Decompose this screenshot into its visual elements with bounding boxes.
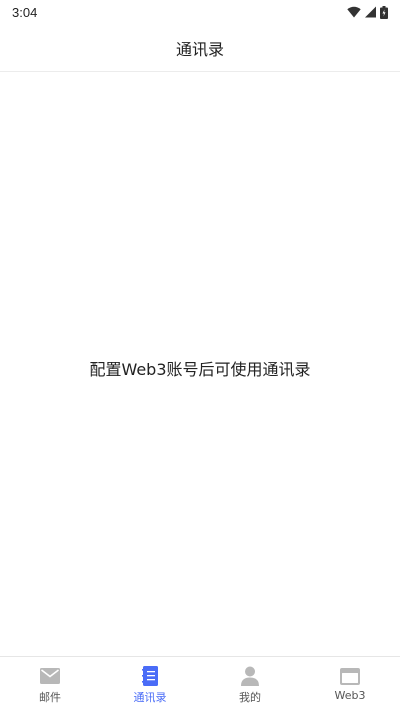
address-book-icon — [139, 666, 161, 686]
wifi-icon — [347, 6, 361, 18]
nav-item-web3[interactable]: Web3 — [300, 657, 400, 710]
main-content: 配置Web3账号后可使用通讯录 — [0, 72, 400, 656]
nav-item-me[interactable]: 我的 — [200, 657, 300, 710]
screen: 3:04 通讯录 配置Web3账号后可使用通讯录 邮件 通讯录 我的 Web3 — [0, 0, 400, 710]
nav-label-contacts: 通讯录 — [133, 691, 167, 704]
app-header: 通讯录 — [0, 24, 400, 72]
mail-icon — [39, 666, 61, 686]
battery-icon — [380, 5, 388, 19]
status-icons — [347, 5, 388, 19]
status-time: 3:04 — [12, 4, 38, 20]
page-title: 通讯录 — [175, 39, 224, 59]
empty-state-message: 配置Web3账号后可使用通讯录 — [89, 360, 311, 379]
status-bar: 3:04 — [0, 0, 400, 24]
nav-label-me: 我的 — [239, 691, 261, 704]
nav-label-web3: Web3 — [334, 689, 366, 702]
person-icon — [239, 666, 261, 686]
nav-label-mail: 邮件 — [39, 691, 61, 704]
nav-item-contacts[interactable]: 通讯录 — [100, 657, 200, 710]
cellular-signal-icon — [365, 6, 376, 18]
nav-item-mail[interactable]: 邮件 — [0, 657, 100, 710]
browser-window-icon — [339, 666, 361, 686]
bottom-nav: 邮件 通讯录 我的 Web3 — [0, 656, 400, 710]
